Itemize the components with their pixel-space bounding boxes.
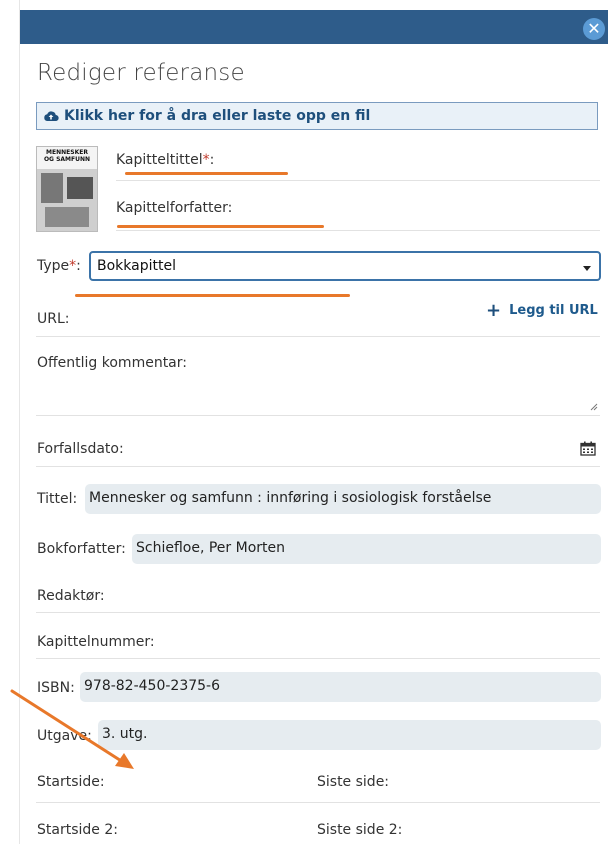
title-label: Tittel: (37, 491, 78, 507)
title-field[interactable]: Mennesker og samfunn : innføring i sosio… (85, 484, 601, 514)
file-upload-dropzone[interactable]: Klikk her for å dra eller laste opp en f… (36, 102, 598, 130)
isbn-label: ISBN: (37, 680, 75, 696)
calendar-icon[interactable] (580, 441, 596, 456)
book-cover-thumbnail: MENNESKER OG SAMFUNN (36, 146, 98, 232)
required-marker: * (202, 152, 210, 168)
resize-handle-icon[interactable] (590, 403, 598, 411)
book-author-label: Bokforfatter: (37, 541, 126, 557)
book-author-field[interactable]: Schiefloe, Per Morten (132, 534, 601, 564)
edition-label: Utgave: (37, 728, 92, 744)
isbn-field[interactable]: 978-82-450-2375-6 (80, 672, 601, 702)
annotation-underline (75, 294, 350, 297)
editor-label: Redaktør: (37, 588, 105, 604)
cloud-upload-icon (44, 111, 59, 122)
start-page2-label: Startside 2: (37, 822, 118, 838)
last-page2-label: Siste side 2: (317, 822, 403, 838)
plus-icon: + (486, 299, 502, 321)
public-comment-label: Offentlig kommentar: (37, 355, 187, 371)
chapter-author-label: Kapittelforfatter: (116, 200, 233, 216)
annotation-underline (125, 172, 288, 175)
chapter-title-label: Kapitteltittel*: (116, 152, 215, 168)
due-date-label: Forfallsdato: (37, 441, 124, 457)
public-comment-textarea[interactable] (36, 376, 600, 416)
type-select[interactable]: Bokkapittel (89, 251, 601, 281)
add-url-button[interactable]: + Legg til URL (486, 299, 598, 321)
chevron-down-icon (583, 266, 591, 271)
chapter-number-label: Kapittelnummer: (37, 634, 155, 650)
last-page-label: Siste side: (317, 774, 390, 790)
cover-title-line2: OG SAMFUNN (43, 156, 91, 163)
type-label: Type*: (37, 258, 81, 274)
upload-label: Klikk her for å dra eller laste opp en f… (64, 108, 371, 124)
left-gutter (0, 0, 20, 844)
edition-field[interactable]: 3. utg. (98, 720, 601, 750)
dialog-title: Rediger referanse (37, 60, 245, 86)
annotation-underline (117, 225, 324, 228)
start-page-label: Startside: (37, 774, 105, 790)
url-label: URL: (37, 311, 70, 327)
close-icon[interactable]: ✕ (583, 18, 605, 40)
cover-title-line1: MENNESKER (46, 149, 88, 156)
dialog-header-bar: ✕ (20, 10, 608, 44)
